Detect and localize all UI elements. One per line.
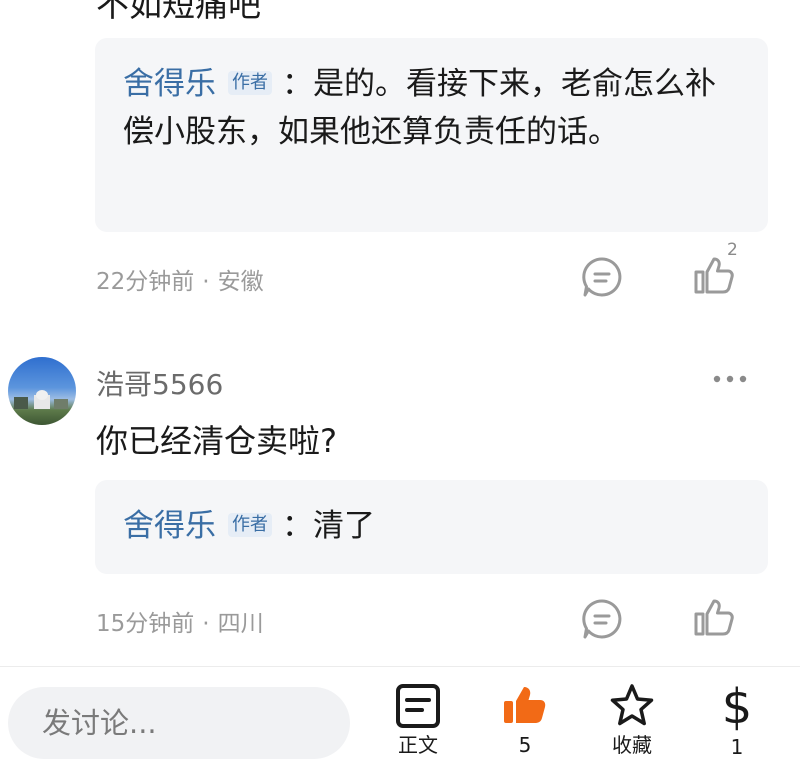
previous-comment-text: 不如短痛吧	[96, 0, 261, 24]
reply-text: 清了	[313, 508, 375, 544]
comment-input[interactable]: 发讨论...	[8, 687, 350, 759]
comment-text: 你已经清仓卖啦?	[96, 422, 337, 460]
reply-separator: ：	[282, 66, 313, 102]
comment-location: 四川	[217, 611, 264, 637]
meta-separator: ·	[202, 269, 210, 295]
reply-icon[interactable]	[580, 255, 624, 299]
comment-time: 22分钟前	[96, 269, 195, 295]
author-reply-box[interactable]: 舍得乐 作者 ：清了	[95, 480, 768, 574]
favorite-label: 收藏	[612, 733, 652, 757]
reward-count: 1	[730, 735, 744, 759]
meta-separator: ·	[202, 611, 210, 637]
username[interactable]: 浩哥5566	[96, 363, 223, 403]
author-reply-box[interactable]: 舍得乐 作者 ：是的。看接下来，老俞怎么补偿小股东，如果他还算负责任的话。	[95, 38, 768, 232]
thumbs-up-icon[interactable]	[692, 254, 736, 298]
reply-content: 舍得乐 作者 ：是的。看接下来，老俞怎么补偿小股东，如果他还算负责任的话。	[123, 60, 740, 156]
reply-icon[interactable]	[580, 597, 624, 641]
comment-meta: 22分钟前 · 安徽	[96, 262, 264, 296]
thumbs-up-filled-icon	[504, 687, 546, 723]
comment-time: 15分钟前	[96, 611, 195, 637]
author-badge: 作者	[228, 71, 272, 95]
article-label: 正文	[398, 733, 438, 757]
reply-separator: ：	[282, 508, 313, 544]
like-count: 5	[518, 733, 532, 757]
article-icon	[396, 684, 440, 728]
reply-author-name[interactable]: 舍得乐	[123, 508, 216, 544]
like-button[interactable]: 5	[485, 683, 565, 757]
like-count: 2	[727, 240, 738, 260]
article-button[interactable]: 正文	[378, 683, 458, 757]
reward-button[interactable]: $ 1	[697, 683, 777, 759]
author-badge: 作者	[228, 513, 272, 537]
reply-author-name[interactable]: 舍得乐	[123, 66, 216, 102]
thumbs-up-icon[interactable]	[692, 596, 736, 640]
comment-meta: 15分钟前 · 四川	[96, 604, 264, 638]
favorite-button[interactable]: 收藏	[592, 683, 672, 757]
avatar[interactable]	[8, 357, 76, 425]
reply-content: 舍得乐 作者 ：清了	[123, 502, 740, 550]
comment-location: 安徽	[217, 269, 264, 295]
more-options-icon[interactable]	[712, 372, 748, 386]
bottom-action-bar: 发讨论... 正文 5 收藏 $ 1	[0, 666, 800, 779]
dollar-icon: $	[721, 679, 753, 735]
star-icon	[610, 684, 654, 726]
